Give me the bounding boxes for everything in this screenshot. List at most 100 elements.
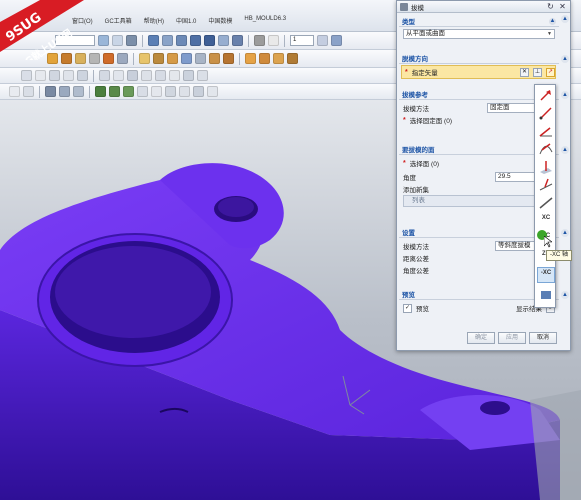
view-select-icon[interactable] bbox=[45, 86, 56, 97]
vector-dialog-icon[interactable]: ⊥ bbox=[533, 67, 542, 77]
collapse-icon[interactable]: ▲ bbox=[561, 229, 569, 237]
select-fixed-face-row[interactable]: * 选择固定面 (0) ▣ bbox=[403, 114, 555, 126]
menu-china-model[interactable]: 中国数模 bbox=[208, 16, 232, 25]
hide-icon[interactable] bbox=[73, 86, 84, 97]
cube-right-icon[interactable] bbox=[190, 35, 201, 46]
draft-icon[interactable] bbox=[181, 53, 192, 64]
collapse-icon[interactable]: ▲ bbox=[561, 55, 569, 63]
preview-checkbox[interactable]: ✓ bbox=[403, 303, 412, 313]
snap-center-icon[interactable] bbox=[151, 86, 162, 97]
edge-blend-icon[interactable] bbox=[139, 53, 150, 64]
chamfer-icon[interactable] bbox=[153, 53, 164, 64]
arc-icon[interactable] bbox=[35, 70, 46, 81]
line-icon[interactable] bbox=[21, 70, 32, 81]
select-face-row[interactable]: * 选择面 (0) bbox=[403, 157, 555, 169]
view-direction-option[interactable] bbox=[537, 287, 555, 303]
cube-iso-icon[interactable] bbox=[204, 35, 215, 46]
draw-direction-group-header[interactable]: 脱模方向 bbox=[399, 53, 559, 63]
datum-axis-option[interactable] bbox=[537, 195, 555, 211]
snap-on-curve-icon[interactable] bbox=[123, 86, 134, 97]
offset-curve-icon[interactable] bbox=[99, 70, 110, 81]
trim-body-icon[interactable] bbox=[209, 53, 220, 64]
type-dropdown[interactable]: 从平面或曲面 ▼ bbox=[403, 29, 555, 39]
layer-settings-icon[interactable] bbox=[317, 35, 328, 46]
grid-icon[interactable] bbox=[126, 35, 137, 46]
menu-gc-toolbox[interactable]: GC工具箱 bbox=[105, 16, 132, 25]
selection-mode-icon[interactable] bbox=[23, 86, 34, 97]
unite-icon[interactable] bbox=[103, 53, 114, 64]
neg-xc-axis-option[interactable]: -XC bbox=[537, 267, 555, 283]
shell-icon[interactable] bbox=[167, 53, 178, 64]
face-set-list[interactable]: 列表 bbox=[403, 195, 553, 207]
point-icon[interactable] bbox=[77, 70, 88, 81]
project-curve-icon[interactable] bbox=[113, 70, 124, 81]
collapse-icon[interactable]: ▲ bbox=[561, 291, 569, 299]
subtract-icon[interactable] bbox=[117, 53, 128, 64]
extract-curve-icon[interactable] bbox=[197, 70, 208, 81]
offset-face-icon[interactable] bbox=[195, 53, 206, 64]
menu-hb-mould[interactable]: HB_MOULD6.3 bbox=[244, 16, 286, 25]
pattern-icon[interactable] bbox=[245, 53, 256, 64]
inferred-vector-option[interactable] bbox=[537, 87, 555, 103]
eye-icon[interactable] bbox=[59, 86, 70, 97]
plane-normal-option[interactable] bbox=[537, 177, 555, 193]
snap-quadrant-icon[interactable] bbox=[137, 86, 148, 97]
sew-icon[interactable] bbox=[287, 53, 298, 64]
collapse-icon[interactable]: ▲ bbox=[561, 15, 569, 23]
bridge-curve-icon[interactable] bbox=[141, 70, 152, 81]
select-rect-icon[interactable] bbox=[9, 86, 20, 97]
add-new-set-row[interactable]: 添加新集 bbox=[403, 183, 555, 195]
collapse-icon[interactable]: ▲ bbox=[549, 17, 556, 25]
menu-help[interactable]: 帮助(H) bbox=[144, 16, 164, 25]
angle-to-xc-option[interactable] bbox=[537, 123, 555, 139]
snap-midpoint-icon[interactable] bbox=[109, 86, 120, 97]
cube-wire-icon[interactable] bbox=[218, 35, 229, 46]
background-icon[interactable] bbox=[268, 35, 279, 46]
reverse-direction-icon[interactable]: ✕ bbox=[520, 67, 529, 77]
trim-curve-icon[interactable] bbox=[155, 70, 166, 81]
cube-view-icon[interactable] bbox=[148, 35, 159, 46]
type-group-header[interactable]: 类型 ▲ bbox=[399, 16, 559, 26]
collapse-icon[interactable]: ▲ bbox=[561, 146, 569, 154]
menu-china-1[interactable]: 中国1.0 bbox=[176, 16, 196, 25]
mirror-icon[interactable] bbox=[259, 53, 270, 64]
snap-tangent-icon[interactable] bbox=[207, 86, 218, 97]
cancel-button[interactable]: 取消 bbox=[529, 332, 557, 344]
render-style-icon[interactable] bbox=[232, 35, 243, 46]
thicken-icon[interactable] bbox=[273, 53, 284, 64]
inferred-vector-icon[interactable]: ↗ bbox=[546, 67, 555, 77]
cube-front-icon[interactable] bbox=[162, 35, 173, 46]
collapse-icon[interactable]: ▲ bbox=[561, 91, 569, 99]
snap-intersection-icon[interactable] bbox=[165, 86, 176, 97]
select-icon[interactable] bbox=[98, 35, 109, 46]
divide-curve-icon[interactable] bbox=[169, 70, 180, 81]
snap-endpoint-icon[interactable] bbox=[95, 86, 106, 97]
spline-icon[interactable] bbox=[63, 70, 74, 81]
specify-vector-row[interactable]: * 指定矢量 ✕ ⊥ ↗ bbox=[401, 65, 556, 79]
move-to-layer-icon[interactable] bbox=[331, 35, 342, 46]
intersect-curve-icon[interactable] bbox=[127, 70, 138, 81]
xc-axis-option[interactable]: XC bbox=[537, 213, 555, 229]
two-points-option[interactable] bbox=[537, 105, 555, 121]
settings-method-row: 拔模方法 等斜度拔模 bbox=[403, 240, 555, 252]
hole-icon[interactable] bbox=[89, 53, 100, 64]
circle-icon[interactable] bbox=[49, 70, 60, 81]
close-icon[interactable]: ✕ bbox=[558, 2, 567, 11]
face-normal-option[interactable] bbox=[537, 159, 555, 175]
toolbar-separator bbox=[89, 85, 90, 98]
filter-icon[interactable] bbox=[112, 35, 123, 46]
apply-button[interactable]: 应用 bbox=[498, 332, 526, 344]
snap-existing-point-icon[interactable] bbox=[179, 86, 190, 97]
color-swatch-icon[interactable] bbox=[254, 35, 265, 46]
reset-icon[interactable]: ↻ bbox=[546, 2, 555, 11]
curve-tangent-option[interactable] bbox=[537, 141, 555, 157]
snap-pole-icon[interactable] bbox=[193, 86, 204, 97]
layer-combo[interactable]: 1 bbox=[290, 35, 314, 46]
split-body-icon[interactable] bbox=[223, 53, 234, 64]
toolbar-separator bbox=[284, 34, 285, 47]
ok-button[interactable]: 确定 bbox=[467, 332, 495, 344]
mouse-pointer-icon bbox=[544, 236, 552, 248]
join-curve-icon[interactable] bbox=[183, 70, 194, 81]
draft-method-dropdown[interactable]: 固定面 bbox=[487, 103, 541, 113]
cube-top-icon[interactable] bbox=[176, 35, 187, 46]
